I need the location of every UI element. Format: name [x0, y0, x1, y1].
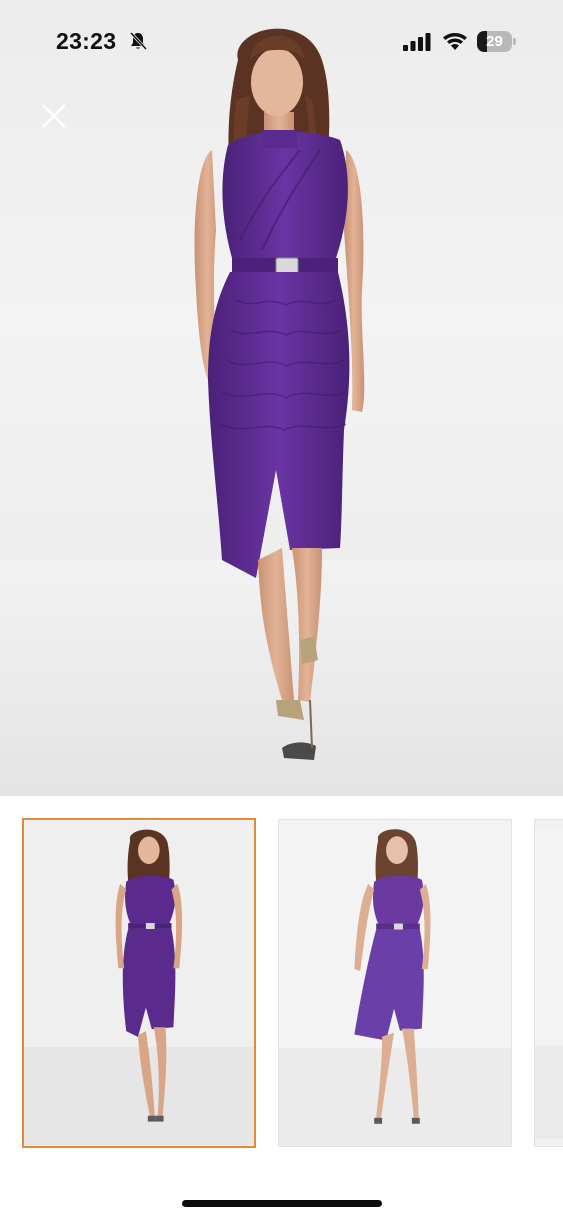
battery-icon: 29: [477, 31, 516, 53]
cellular-signal-icon: [403, 33, 431, 51]
thumbnail-image: [535, 827, 563, 1139]
battery-level: 29: [486, 33, 503, 50]
close-button[interactable]: [36, 98, 72, 134]
close-icon: [42, 104, 66, 128]
thumbnail-image: [24, 820, 254, 1146]
product-main-image[interactable]: [0, 0, 563, 796]
model-figure-illustration: [0, 28, 563, 796]
thumbnail-image: [279, 820, 511, 1146]
thumbnail-3[interactable]: [534, 819, 563, 1147]
status-time: 23:23: [56, 28, 117, 54]
wifi-icon: [443, 33, 467, 50]
thumbnail-strip: [0, 816, 563, 1152]
thumbnail-1[interactable]: [22, 818, 256, 1148]
home-indicator[interactable]: [182, 1200, 382, 1207]
bell-muted-icon: [129, 31, 148, 51]
status-bar: 23:23 29: [0, 0, 563, 84]
thumbnail-2[interactable]: [278, 819, 512, 1147]
